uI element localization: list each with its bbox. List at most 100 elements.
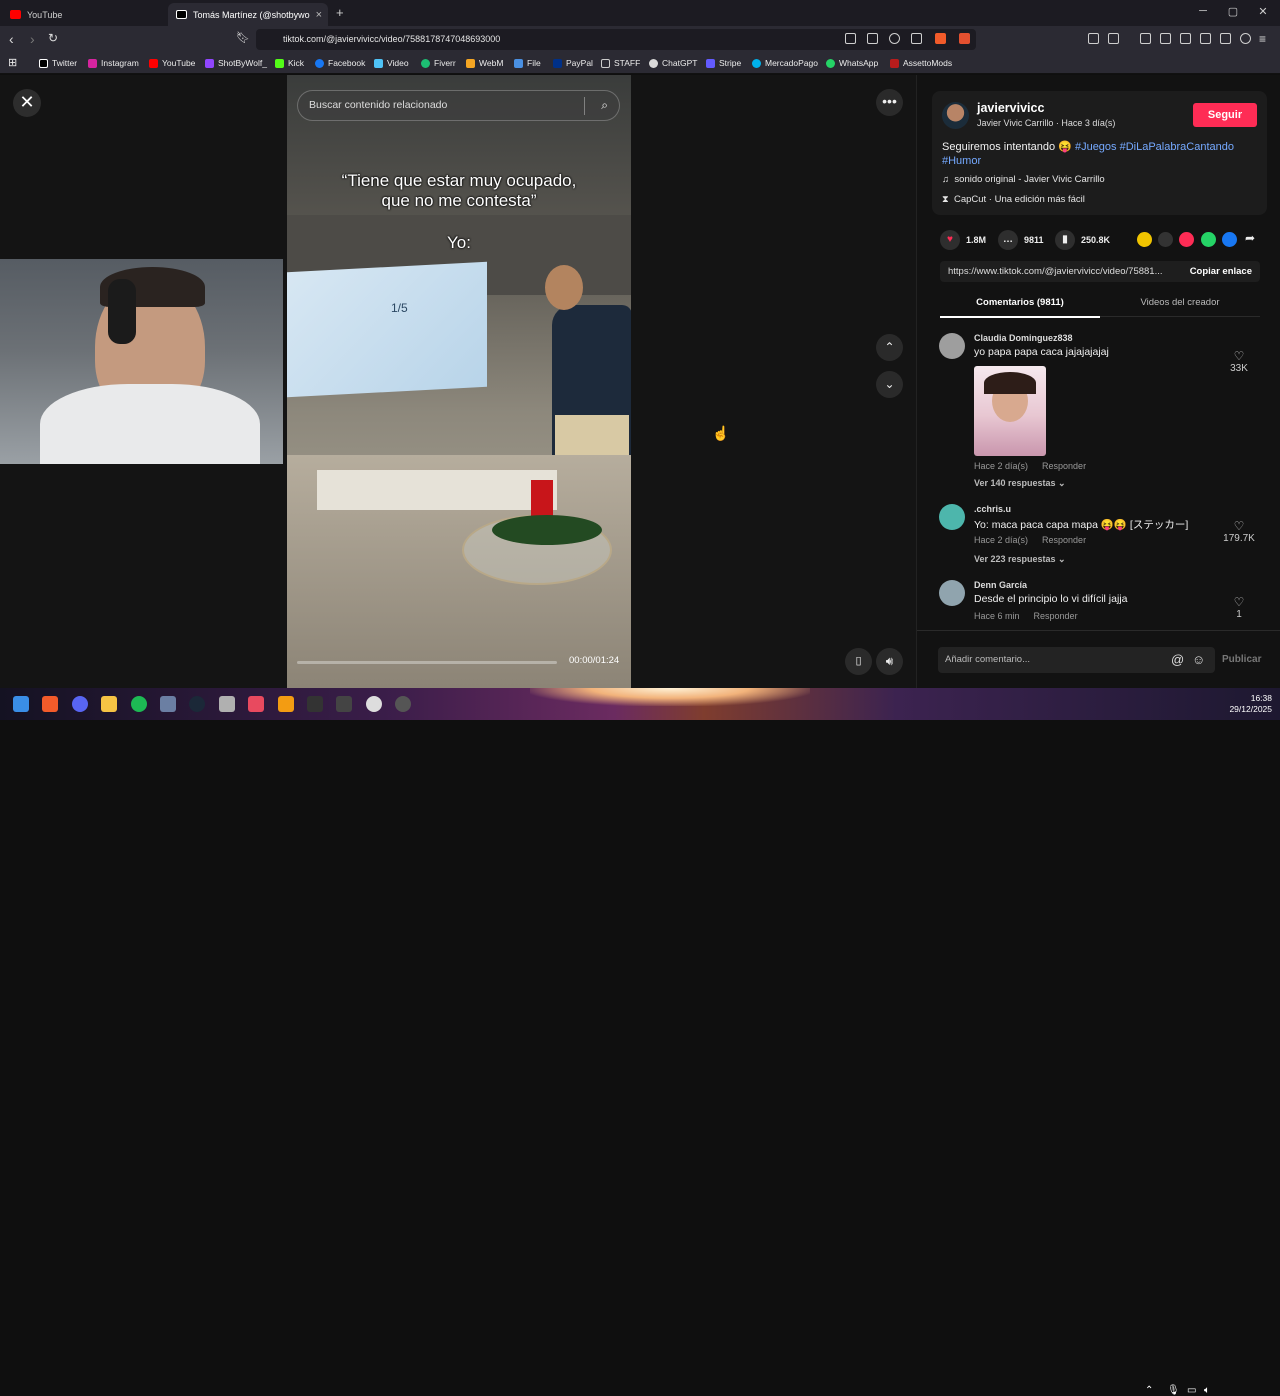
bookmark-youtube[interactable]: YouTube: [149, 58, 195, 68]
reply-button[interactable]: Responder: [1034, 611, 1078, 621]
facebook-share-icon[interactable]: [1222, 232, 1237, 247]
floating-player-icon[interactable]: ▯: [845, 648, 872, 675]
speaker-icon[interactable]: 🔈︎: [1204, 1385, 1210, 1396]
search-icon[interactable]: ⌕: [601, 91, 608, 120]
reply-button[interactable]: Responder: [1042, 461, 1086, 471]
bookmark-video[interactable]: Video: [374, 58, 409, 68]
windows-start-icon[interactable]: [13, 696, 29, 712]
reload-icon[interactable]: ↻: [48, 31, 58, 45]
view-replies-button[interactable]: Ver 223 respuestas ⌄: [974, 554, 1066, 565]
avatar[interactable]: [939, 333, 965, 359]
related-search-input[interactable]: Buscar contenido relacionado ⌕: [297, 90, 620, 121]
brave-shield-icon[interactable]: [935, 33, 946, 44]
capcut-link[interactable]: ⧗ CapCut · Una edición más fácil: [942, 194, 1085, 205]
bookmark-assettomods[interactable]: AssettoMods: [890, 58, 952, 68]
more-options-button[interactable]: •••: [876, 89, 903, 116]
comment-username[interactable]: .cchris.u: [974, 504, 1011, 514]
view-replies-button[interactable]: Ver 140 respuestas ⌄: [974, 478, 1066, 489]
hashtag-humor[interactable]: #Humor: [942, 155, 981, 167]
reader-icon[interactable]: [845, 33, 856, 44]
volume-icon[interactable]: 🔊︎: [876, 648, 903, 675]
bookmark-file[interactable]: File: [514, 58, 541, 68]
menu-icon[interactable]: ≡: [1259, 32, 1266, 46]
vpn-icon[interactable]: [1240, 33, 1251, 44]
save-stat[interactable]: ▮ 250.8K: [1055, 230, 1110, 250]
bookmark-fiverr[interactable]: Fiverr: [421, 58, 456, 68]
bookmark-facebook[interactable]: Facebook: [315, 58, 365, 68]
new-tab-button[interactable]: +: [336, 5, 344, 20]
bookmark-whatsapp[interactable]: WhatsApp: [826, 58, 878, 68]
bookmark-webm[interactable]: WebM: [466, 58, 503, 68]
sound-link[interactable]: ♫ sonido original - Javier Vivic Carrill…: [942, 174, 1105, 185]
app-icon[interactable]: [307, 696, 323, 712]
file-explorer-icon[interactable]: [101, 696, 117, 712]
chatgpt-icon[interactable]: [366, 696, 382, 712]
tab-youtube[interactable]: YouTube: [2, 3, 167, 26]
bookmark-shotbywolf[interactable]: ShotByWolf_: [205, 58, 267, 68]
back-icon[interactable]: ‹: [9, 31, 14, 47]
avatar[interactable]: [939, 504, 965, 530]
sidebar-icon[interactable]: [1180, 33, 1191, 44]
tab-search-icon[interactable]: [1108, 33, 1119, 44]
close-tab-icon[interactable]: ×: [316, 9, 322, 21]
avatar[interactable]: [942, 102, 969, 129]
mention-icon[interactable]: @: [1171, 647, 1184, 673]
wallet-icon[interactable]: [1200, 33, 1211, 44]
share-icon[interactable]: [911, 33, 922, 44]
previous-video-button[interactable]: ⌃: [876, 334, 903, 361]
comment-like[interactable]: ♡ 33K: [1219, 349, 1259, 374]
cast-icon[interactable]: [867, 33, 878, 44]
leo-ai-icon[interactable]: [1220, 33, 1231, 44]
comment-sticker-image[interactable]: [974, 366, 1046, 456]
app-icon[interactable]: [219, 696, 235, 712]
whatsapp-share-icon[interactable]: [1201, 232, 1216, 247]
comment-input[interactable]: Añadir comentario... @ ☺: [938, 647, 1215, 673]
bookmark-chatgpt[interactable]: ChatGPT: [649, 58, 697, 68]
app-icon[interactable]: [248, 696, 264, 712]
like-stat[interactable]: ♥ 1.8M: [940, 230, 986, 250]
bookmark-twitter[interactable]: Twitter: [39, 58, 77, 68]
bookmark-stripe[interactable]: Stripe: [706, 58, 741, 68]
bookmark-kick[interactable]: Kick: [275, 58, 304, 68]
download-icon[interactable]: [1140, 33, 1151, 44]
app-icon[interactable]: [336, 696, 352, 712]
follow-button[interactable]: Seguir: [1193, 103, 1257, 127]
avatar[interactable]: [939, 580, 965, 606]
close-window-button[interactable]: ✕: [1248, 5, 1278, 18]
comment-like[interactable]: ♡ 179.7K: [1219, 519, 1259, 544]
hashtag-dilapalabra[interactable]: #DiLaPalabraCantando: [1120, 141, 1234, 153]
tab-comments[interactable]: Comentarios (9811): [940, 297, 1100, 318]
discord-icon[interactable]: [72, 696, 88, 712]
comment-username[interactable]: Denn García: [974, 580, 1027, 590]
close-viewer-button[interactable]: ✕: [13, 89, 41, 117]
taskbar-clock[interactable]: 16:38 29/12/2025: [1222, 693, 1272, 715]
bookmark-paypal[interactable]: PayPal: [553, 58, 593, 68]
comment-stat[interactable]: … 9811: [998, 230, 1044, 250]
spotify-icon[interactable]: [131, 696, 147, 712]
minimize-button[interactable]: ─: [1188, 5, 1218, 17]
publish-button[interactable]: Publicar: [1222, 654, 1261, 665]
tray-chevron-icon[interactable]: ⌃: [1145, 1385, 1153, 1396]
bookmark-icon[interactable]: 🔖︎: [236, 31, 250, 44]
copy-link-button[interactable]: Copiar enlace: [1190, 261, 1252, 282]
apps-grid-icon[interactable]: ⊞: [8, 56, 17, 69]
media-icon[interactable]: [1160, 33, 1171, 44]
hashtag-juegos[interactable]: #Juegos: [1075, 141, 1117, 153]
maximize-button[interactable]: ▢: [1218, 5, 1248, 18]
extensions-icon[interactable]: [1088, 33, 1099, 44]
microphone-icon[interactable]: 🎙︎: [1167, 1385, 1180, 1396]
video-progress-bar[interactable]: [297, 661, 557, 664]
brave-rewards-icon[interactable]: [959, 33, 970, 44]
gift-icon[interactable]: [1137, 232, 1152, 247]
forward-icon[interactable]: ›: [30, 31, 35, 47]
repost-icon[interactable]: [1179, 232, 1194, 247]
bookmark-instagram[interactable]: Instagram: [88, 58, 139, 68]
reply-button[interactable]: Responder: [1042, 535, 1086, 545]
embed-icon[interactable]: [1158, 232, 1173, 247]
app-icon[interactable]: [278, 696, 294, 712]
comment-username[interactable]: Claudia Dominguez838: [974, 333, 1073, 343]
brave-icon[interactable]: [42, 696, 58, 712]
author-username[interactable]: javiervivicc: [977, 101, 1044, 115]
translate-icon[interactable]: [889, 33, 900, 44]
comment-like[interactable]: ♡ 1: [1219, 595, 1259, 620]
